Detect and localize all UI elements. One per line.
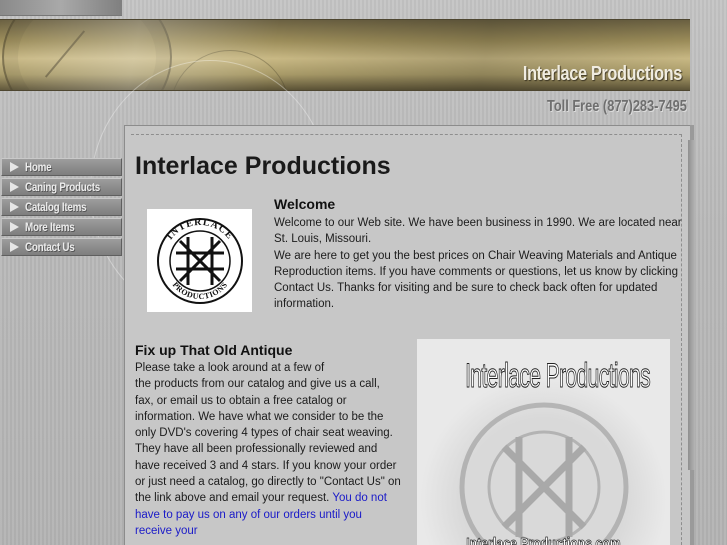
nav-item-label: Catalog Items [25,200,87,214]
content-panel: Interlace Productions INTERLACE PRODUCTI… [124,125,695,545]
dashed-border-top [131,134,682,135]
logo-text-top: INTERLACE [164,216,234,241]
site-name: Interlace Productions [522,63,682,85]
nav-item-label: Caning Products [25,180,101,194]
arrow-right-icon [10,242,19,252]
arrow-right-icon [10,222,19,232]
top-strip [0,0,122,16]
welcome-paragraph-2: We are here to get you the best prices o… [274,249,678,311]
antique-section: Fix up That Old Antique Please take a lo… [135,342,401,539]
header-banner: Interlace Productions [0,19,690,91]
catalog-footer: Interlace Productions.com [466,535,621,545]
interlace-knot-icon: INTERLACE PRODUCTIONS [156,216,243,304]
arrow-right-icon [10,182,19,192]
svg-text:INTERLACE: INTERLACE [164,216,235,241]
interlace-logo: INTERLACE PRODUCTIONS [147,209,252,312]
page-title: Interlace Productions [135,152,391,180]
main-nav: Home Caning Products Catalog Items More … [1,158,122,258]
panel-edge [688,140,695,470]
nav-item-label: Home [25,160,52,174]
welcome-section: Welcome Welcome to our Web site. We have… [274,196,689,313]
nav-item-label: Contact Us [25,240,75,254]
arrow-right-icon [10,202,19,212]
antique-intro-line: Please take a look around at a few of [135,362,325,374]
nav-item-home[interactable]: Home [1,158,122,176]
antique-heading: Fix up That Old Antique [135,342,293,358]
nav-item-more-items[interactable]: More Items [1,218,122,236]
toll-free-number: Toll Free (877)283-7495 [547,98,687,115]
welcome-paragraph-1: Welcome to our Web site. We have been bu… [274,217,682,246]
welcome-heading: Welcome [274,196,336,212]
arrow-right-icon [10,162,19,172]
nav-item-caning-products[interactable]: Caning Products [1,178,122,196]
nav-item-contact-us[interactable]: Contact Us [1,238,122,256]
antique-body: the products from our catalog and give u… [135,378,401,505]
catalog-title: Interlace Productions [465,357,651,396]
nav-item-label: More Items [25,220,75,234]
catalog-emblem-icon [459,402,629,545]
nav-item-catalog-items[interactable]: Catalog Items [1,198,122,216]
catalog-cover-image: Interlace Productions Interlace Producti… [417,339,670,545]
